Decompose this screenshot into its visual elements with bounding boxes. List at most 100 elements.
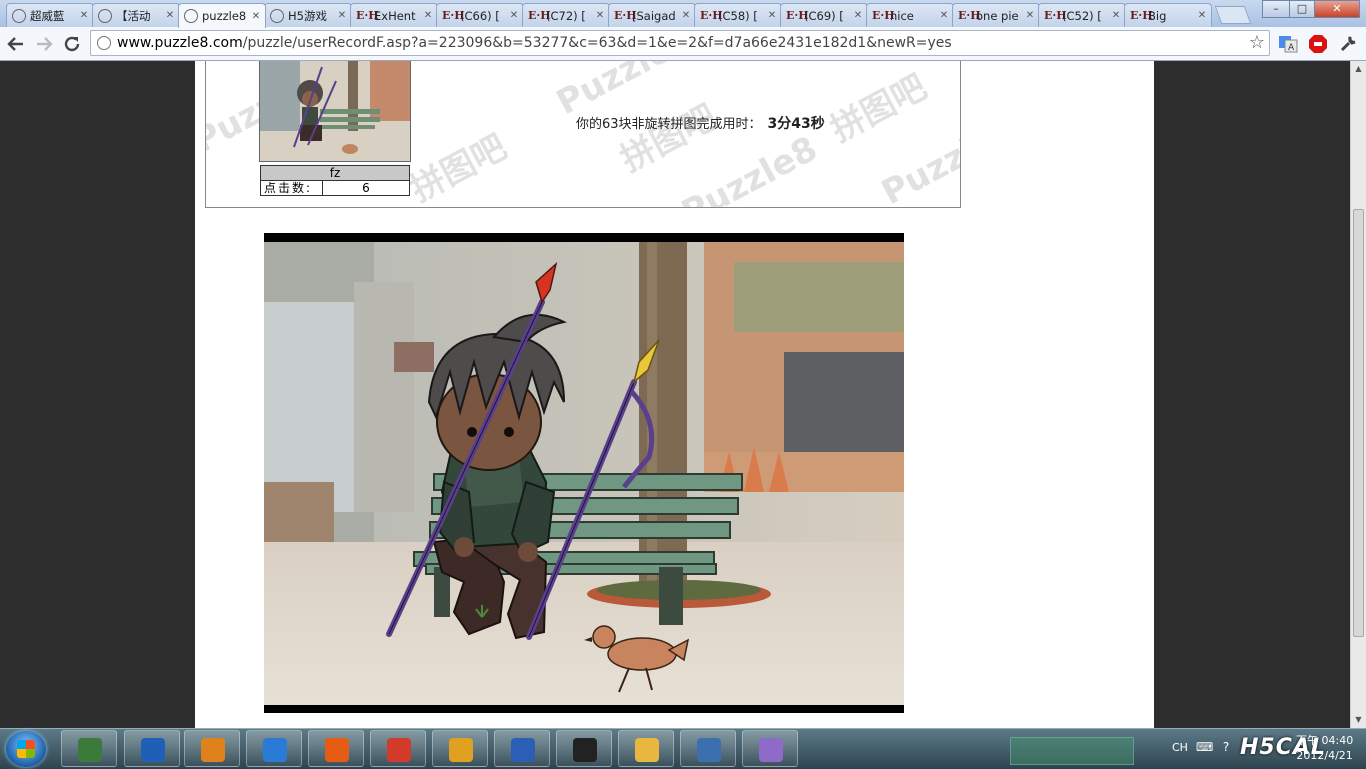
tab-close-icon[interactable]: ✕ <box>78 10 90 21</box>
bookmark-star-icon[interactable]: ☆ <box>1249 32 1265 53</box>
username-cell: fz <box>260 165 410 181</box>
help-icon[interactable]: ? <box>1218 740 1234 756</box>
tab-title: (C66) [ <box>460 8 500 23</box>
svg-text:A: A <box>1288 43 1295 53</box>
reload-icon <box>64 36 80 52</box>
tab-close-icon[interactable]: ✕ <box>1024 10 1036 21</box>
tab-close-icon[interactable]: ✕ <box>852 10 864 21</box>
back-button[interactable] <box>5 33 27 55</box>
eh-favicon-icon: E·H <box>442 8 465 22</box>
taskbar-paint-button[interactable] <box>742 730 798 767</box>
ie-icon <box>263 738 287 762</box>
tab-10[interactable]: E·H nice ✕ <box>866 3 954 27</box>
tab-2[interactable]: puzzle8 ✕ <box>178 3 266 28</box>
scroll-down-arrow-icon[interactable]: ▼ <box>1351 712 1366 728</box>
taskbar-media-button[interactable] <box>184 730 240 767</box>
taskbar-chrome-button[interactable] <box>370 730 426 767</box>
tab-title: 超威藍 <box>30 8 65 23</box>
tab-8[interactable]: E·H (C58) [✕ <box>694 3 782 27</box>
tab-close-icon[interactable]: ✕ <box>250 11 262 22</box>
url-path: /puzzle/userRecordF.asp?a=223096&b=53277… <box>242 35 952 51</box>
tab-title: nice <box>890 8 914 23</box>
completed-puzzle-image <box>264 242 904 705</box>
puzzle-image-frame[interactable] <box>264 233 904 713</box>
taskbar-qq-button[interactable] <box>556 730 612 767</box>
tab-close-icon[interactable]: ✕ <box>938 10 950 21</box>
paint-icon <box>759 738 783 762</box>
tab-close-icon[interactable]: ✕ <box>164 10 176 21</box>
clock-time: 下午 04:40 <box>1296 734 1354 747</box>
wordpad-icon <box>697 738 721 762</box>
address-bar[interactable]: www.puzzle8.com/puzzle/userRecordF.asp?a… <box>90 30 1270 56</box>
taskbar-puzzle-app-button[interactable] <box>124 730 180 767</box>
page-scrollbar[interactable]: ▲ ▼ <box>1350 61 1366 728</box>
tab-6[interactable]: E·H (C72) [✕ <box>522 3 610 27</box>
taskbar-player-button[interactable] <box>432 730 488 767</box>
tab-title: 【活动 <box>116 8 151 23</box>
tab-11[interactable]: E·H one pie ✕ <box>952 3 1040 27</box>
maximize-button[interactable]: □ <box>1289 0 1315 18</box>
tab-close-icon[interactable]: ✕ <box>508 10 520 21</box>
tab-5[interactable]: E·H (C66) [ ✕ <box>436 3 524 27</box>
tab-3[interactable]: H5游戏 ✕ <box>264 3 352 27</box>
explorer-icon <box>635 738 659 762</box>
tab-7[interactable]: E·H [Saigad ✕ <box>608 3 696 27</box>
tab-close-icon[interactable]: ✕ <box>1110 10 1122 21</box>
eh-favicon-icon: E·H <box>1130 8 1153 22</box>
page-body: Puzzle8 拼图吧 Puzzle8 拼图吧 Puzzle8 拼图吧 Puzz… <box>195 61 1154 728</box>
ime-toolbar[interactable] <box>1010 737 1134 765</box>
translate-extension-icon[interactable]: A <box>1278 34 1298 54</box>
minimize-button[interactable]: – <box>1262 0 1290 18</box>
scrollbar-thumb[interactable] <box>1353 209 1364 637</box>
tab-close-icon[interactable]: ✕ <box>766 10 778 21</box>
keyboard-icon[interactable]: ⌨ <box>1196 740 1213 756</box>
puzzle-app-icon <box>141 738 165 762</box>
tab-13[interactable]: E·H Big ✕ <box>1124 3 1212 27</box>
tab-close-icon[interactable]: ✕ <box>1196 10 1208 21</box>
reload-button[interactable] <box>61 33 83 55</box>
tab-title: puzzle8 <box>202 9 247 23</box>
taskbar-explorer-button[interactable] <box>618 730 674 767</box>
tab-title: Big <box>1148 8 1167 23</box>
taskbar-ie-button[interactable] <box>246 730 302 767</box>
url-host: www.puzzle8.com <box>117 35 243 51</box>
tab-1[interactable]: 【活动 ✕ <box>92 3 180 27</box>
completion-label: 你的63块非旋转拼图完成用时： <box>576 117 762 132</box>
tab-close-icon[interactable]: ✕ <box>680 10 692 21</box>
tab-4[interactable]: E·H ExHent ✕ <box>350 3 438 27</box>
globe-favicon-icon <box>270 8 284 23</box>
tab-title: one pie <box>976 8 1019 23</box>
url-text[interactable]: www.puzzle8.com/puzzle/userRecordF.asp?a… <box>117 35 952 51</box>
tab-0[interactable]: 超威藍 ✕ <box>6 3 94 27</box>
watermark: 拼图吧 <box>824 66 934 151</box>
clock-date: 2012/4/21 <box>1296 749 1353 762</box>
tab-title: (C58) [ <box>718 8 758 23</box>
language-indicator[interactable]: CH <box>1172 741 1188 754</box>
new-tab-button[interactable] <box>1214 6 1252 24</box>
taskbar-taskmgr-button[interactable] <box>61 730 117 767</box>
tab-close-icon[interactable]: ✕ <box>594 10 606 21</box>
tab-close-icon[interactable]: ✕ <box>422 10 434 21</box>
word-icon <box>511 738 535 762</box>
page-globe-icon <box>97 36 111 50</box>
close-window-button[interactable]: ✕ <box>1314 0 1360 18</box>
scroll-up-arrow-icon[interactable]: ▲ <box>1351 61 1366 77</box>
wrench-menu-icon[interactable] <box>1338 34 1358 54</box>
tab-close-icon[interactable]: ✕ <box>336 10 348 21</box>
eh-favicon-icon: E·H <box>528 8 551 22</box>
forward-button[interactable] <box>33 33 55 55</box>
page-viewport: Puzzle8 拼图吧 Puzzle8 拼图吧 Puzzle8 拼图吧 Puzz… <box>0 61 1350 728</box>
taskbar-word-button[interactable] <box>494 730 550 767</box>
start-button[interactable] <box>6 731 46 767</box>
system-clock[interactable]: 下午 04:40 2012/4/21 <box>1296 733 1353 763</box>
tab-9[interactable]: E·H (C69) [✕ <box>780 3 868 27</box>
clicks-value: 6 <box>322 180 410 196</box>
taskmgr-icon <box>78 738 102 762</box>
adblock-extension-icon[interactable] <box>1308 34 1328 54</box>
back-arrow-icon <box>7 37 23 51</box>
completion-message: 你的63块非旋转拼图完成用时： 3分43秒 <box>576 113 825 133</box>
tab-12[interactable]: E·H (C52) [✕ <box>1038 3 1126 27</box>
taskbar-wordpad-button[interactable] <box>680 730 736 767</box>
taskbar-firefox-button[interactable] <box>308 730 364 767</box>
puzzle-thumbnail[interactable] <box>259 61 411 162</box>
